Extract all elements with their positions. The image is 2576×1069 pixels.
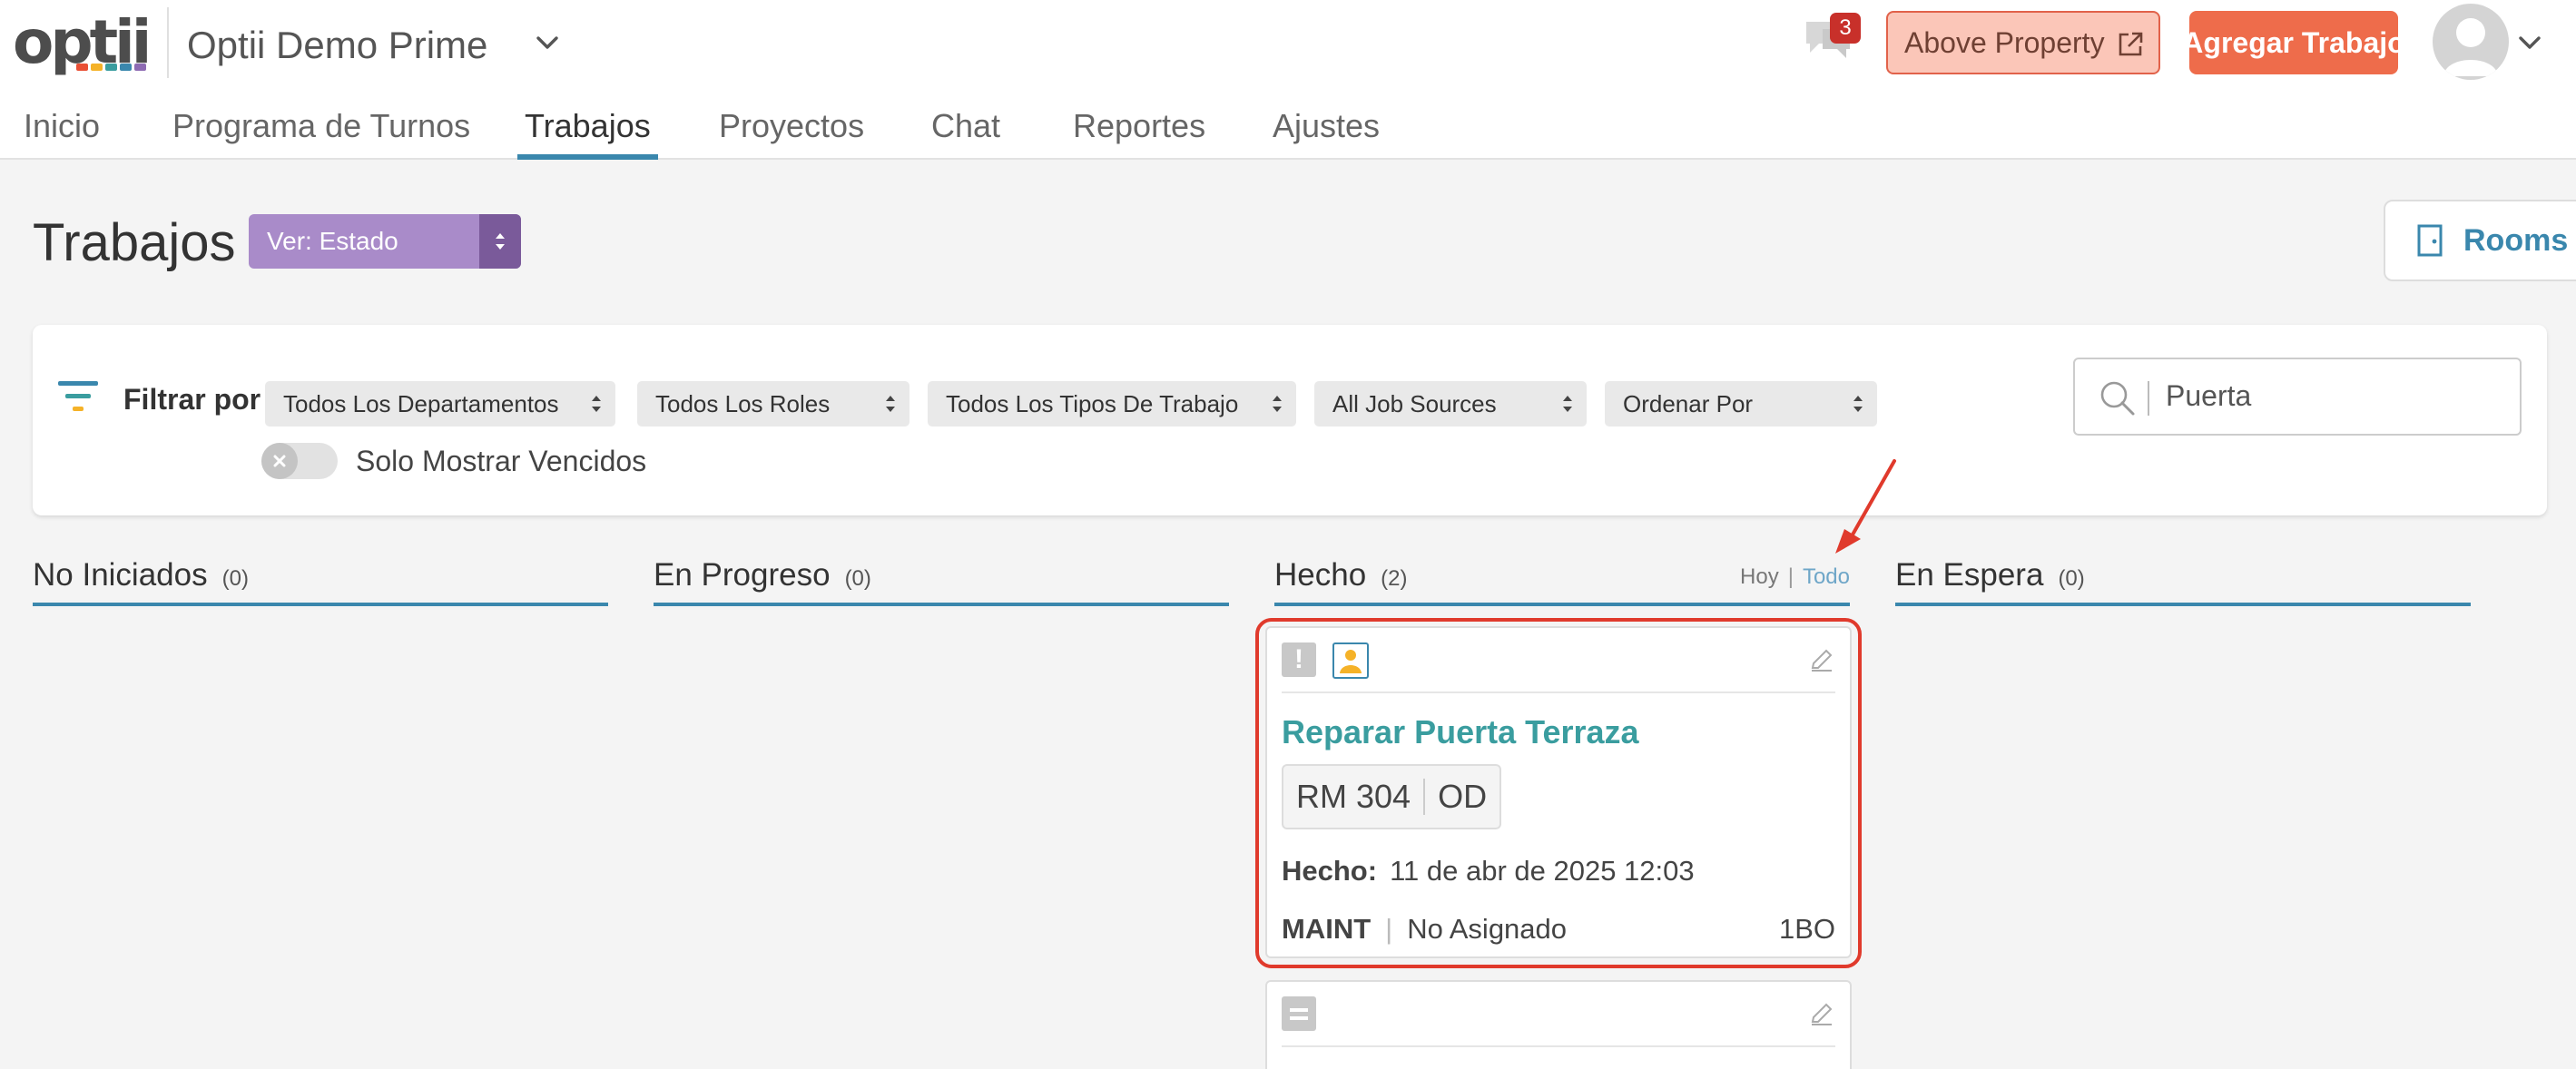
job-types-select-value: Todos Los Tipos De Trabajo (946, 390, 1239, 417)
column-count: (2) (1381, 566, 1408, 591)
door-icon (2417, 224, 2443, 257)
header-divider (167, 7, 169, 78)
overdue-toggle-label: Solo Mostrar Vencidos (356, 445, 647, 477)
job-sources-select-value: All Job Sources (1332, 390, 1497, 417)
roles-select[interactable]: Todos Los Roles (637, 381, 909, 427)
roles-select-value: Todos Los Roles (655, 390, 831, 417)
filter-panel: Filtrar por Todos Los Departamentos Todo… (33, 325, 2547, 515)
sort-select-value: Ordenar Por (1623, 390, 1754, 417)
column-count: (0) (221, 566, 249, 591)
view-select[interactable]: Ver: Estado (249, 214, 521, 269)
select-arrows-icon (1273, 396, 1282, 412)
add-job-button[interactable]: Agregar Trabajo (2189, 11, 2398, 74)
close-icon (261, 443, 298, 479)
above-property-button[interactable]: Above Property (1886, 11, 2160, 74)
avatar-person-icon (2443, 18, 2498, 76)
view-select-value: Ver: Estado (267, 227, 398, 255)
nav-proyectos[interactable]: Proyectos (719, 102, 864, 160)
overdue-toggle[interactable] (261, 443, 338, 479)
job-types-select[interactable]: Todos Los Tipos De Trabajo (928, 381, 1296, 427)
select-arrows-icon (886, 396, 895, 412)
priority-normal-icon (1282, 996, 1316, 1031)
column-header-done: Hecho (2) Hoy | Todo (1274, 554, 1850, 606)
nav-inicio[interactable]: Inicio (24, 102, 100, 160)
column-count: (0) (844, 566, 871, 591)
search-value: Puerta (2166, 379, 2252, 412)
select-arrows-icon (592, 396, 601, 412)
select-arrows-icon (479, 214, 521, 269)
column-header-in-progress: En Progreso (0) (654, 554, 1229, 606)
date-range-links: Hoy | Todo (1740, 564, 1850, 590)
optii-logo[interactable]: optii (13, 5, 152, 73)
chevron-down-icon[interactable] (2514, 29, 2545, 56)
chevron-down-icon[interactable] (532, 27, 563, 58)
edit-pencil-icon[interactable] (1808, 1000, 1835, 1027)
department-select[interactable]: Todos Los Departamentos (265, 381, 615, 427)
sort-select[interactable]: Ordenar Por (1605, 381, 1877, 427)
logo-color-bars (76, 64, 146, 71)
column-title: Hecho (2) (1274, 557, 1408, 593)
search-separator (2148, 381, 2149, 416)
nav-programa-de-turnos[interactable]: Programa de Turnos (172, 102, 470, 160)
search-icon (2100, 381, 2135, 416)
link-separator: | (1787, 564, 1794, 589)
column-title: No Iniciados (0) (33, 557, 249, 593)
column-title: En Progreso (0) (654, 557, 871, 593)
job-sources-select[interactable]: All Job Sources (1314, 381, 1587, 427)
department-select-value: Todos Los Departamentos (283, 390, 559, 417)
nav-reportes[interactable]: Reportes (1073, 102, 1205, 160)
nav-trabajos[interactable]: Trabajos (517, 102, 658, 160)
link-today[interactable]: Hoy (1740, 564, 1779, 589)
link-all[interactable]: Todo (1803, 564, 1850, 589)
column-count: (0) (2058, 566, 2085, 591)
card-divider (1282, 1045, 1835, 1047)
above-property-label: Above Property (1904, 25, 2105, 59)
nav-ajustes[interactable]: Ajustes (1273, 102, 1380, 160)
filter-label: Filtrar por (123, 383, 261, 416)
page-title: Trabajos (33, 213, 236, 272)
rooms-button[interactable]: Rooms (2384, 200, 2576, 281)
nav-chat[interactable]: Chat (931, 102, 1000, 160)
chat-notification-badge: 3 (1830, 13, 1861, 44)
job-card[interactable] (1265, 980, 1852, 1069)
select-arrows-icon (1563, 396, 1572, 412)
annotation-arrow-icon (1835, 459, 1896, 554)
search-input[interactable]: Puerta (2073, 358, 2522, 436)
column-header-not-started: No Iniciados (0) (33, 554, 608, 606)
user-avatar[interactable] (2433, 4, 2509, 80)
column-title: En Espera (0) (1895, 557, 2085, 593)
select-arrows-icon (1853, 396, 1863, 412)
filter-icon (58, 381, 98, 411)
highlight-outline (1255, 618, 1862, 968)
property-name[interactable]: Optii Demo Prime (187, 24, 487, 67)
column-header-on-hold: En Espera (0) (1895, 554, 2471, 606)
top-header: optii Optii Demo Prime 3 Above Property … (0, 0, 2576, 160)
rooms-label: Rooms (2463, 222, 2569, 258)
external-link-icon (2119, 32, 2143, 56)
